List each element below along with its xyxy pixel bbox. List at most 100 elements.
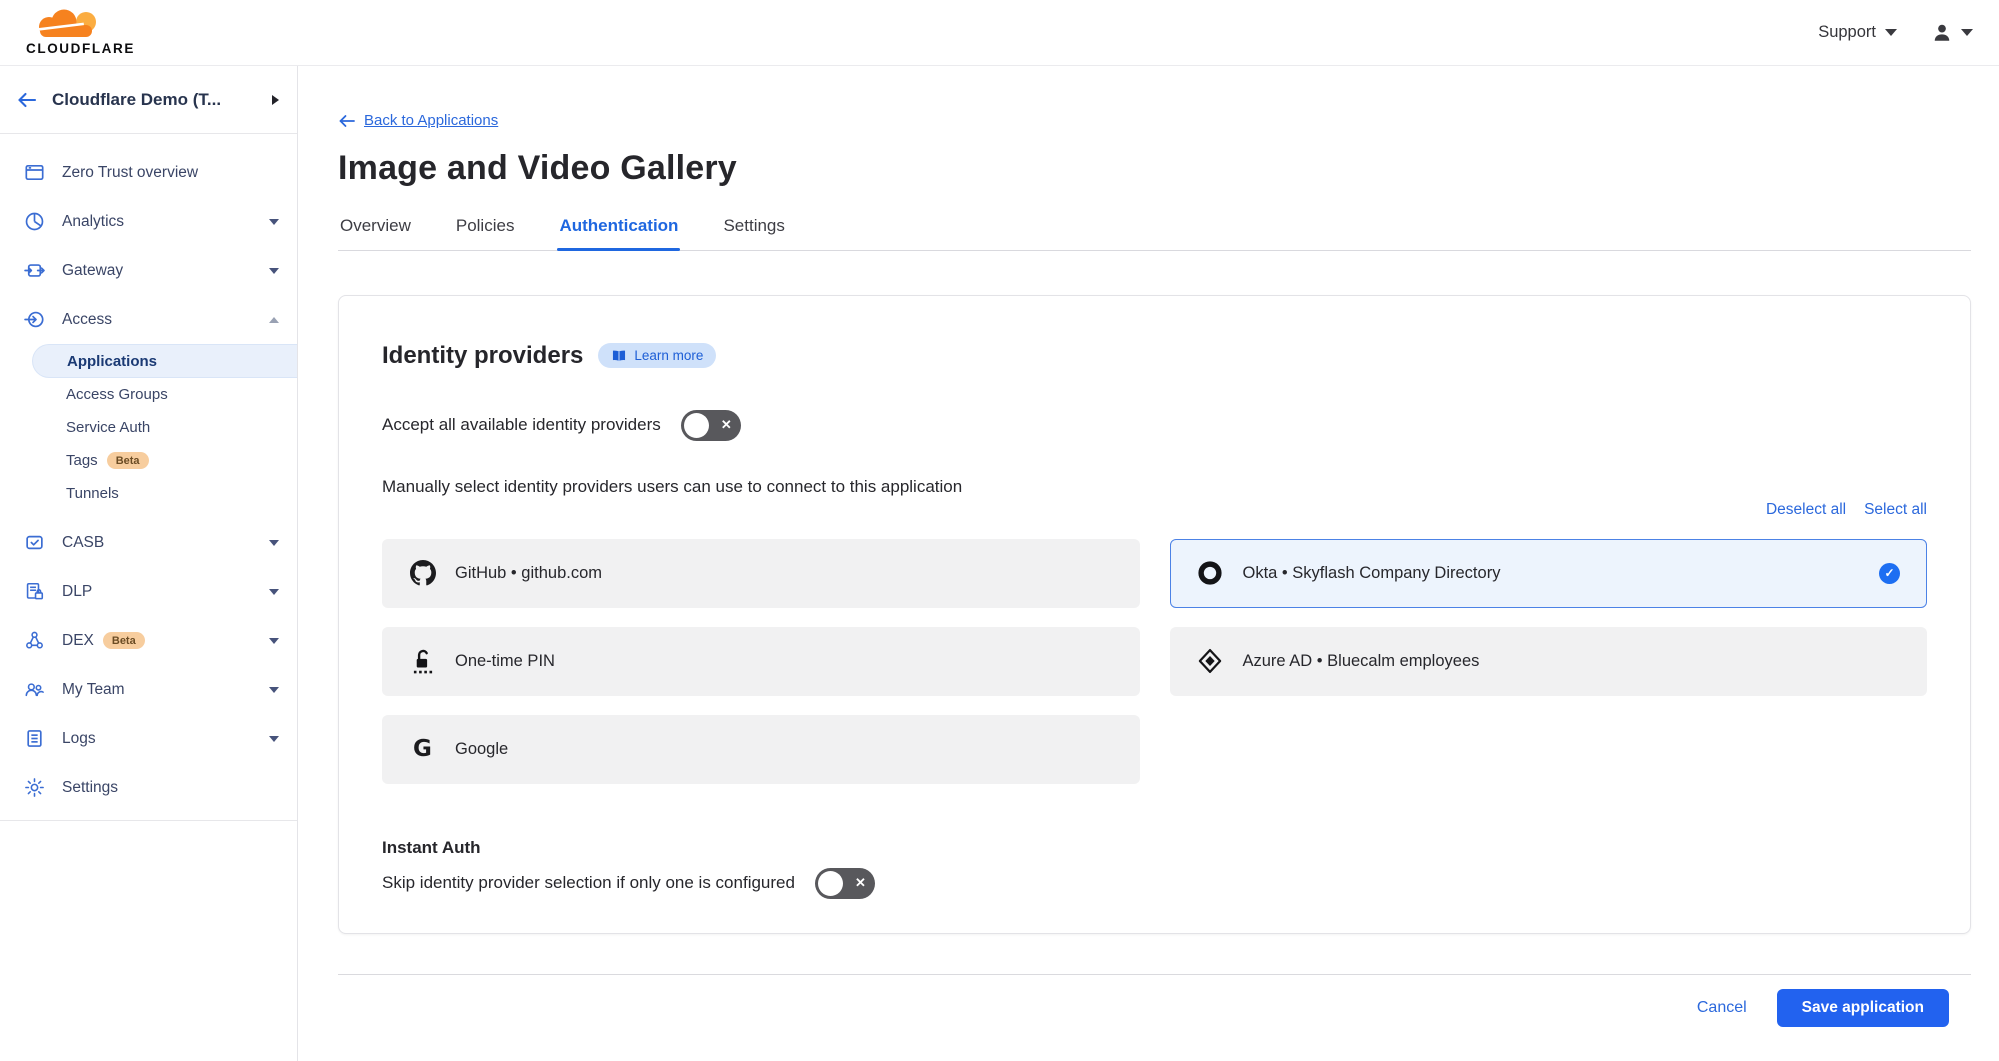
overview-icon — [24, 162, 45, 183]
sidebar-item-label: Settings — [62, 779, 279, 797]
provider-label: Google — [455, 740, 508, 759]
sub-item-label: Service Auth — [66, 419, 150, 436]
instant-auth-title: Instant Auth — [382, 838, 1927, 858]
tab-settings[interactable]: Settings — [721, 216, 786, 250]
sidebar-item-label: CASB — [62, 534, 269, 552]
learn-more-label: Learn more — [634, 348, 703, 363]
sidebar-item-label: DEX Beta — [62, 632, 269, 650]
accept-all-toggle[interactable]: ✕ — [681, 410, 741, 441]
provider-card-okta[interactable]: Okta • Skyflash Company Directory ✓ — [1170, 539, 1928, 608]
back-link-label: Back to Applications — [364, 112, 498, 129]
deselect-all-link[interactable]: Deselect all — [1766, 501, 1846, 519]
provider-card-azure-ad[interactable]: Azure AD • Bluecalm employees — [1170, 627, 1928, 696]
sidebar-item-label: Zero Trust overview — [62, 164, 279, 182]
identity-provider-grid: GitHub • github.com Okta • Skyflash Comp… — [382, 539, 1927, 784]
sidebar-item-zero-trust-overview[interactable]: Zero Trust overview — [0, 148, 297, 197]
back-arrow-icon[interactable] — [16, 91, 38, 109]
tab-authentication[interactable]: Authentication — [557, 216, 680, 250]
chevron-down-icon — [269, 540, 279, 546]
azure-ad-icon — [1197, 648, 1224, 675]
sidebar-item-service-auth[interactable]: Service Auth — [0, 411, 297, 444]
sidebar-item-dex[interactable]: DEX Beta — [0, 616, 297, 665]
sidebar-item-tags[interactable]: Tags Beta — [0, 444, 297, 477]
sidebar-item-my-team[interactable]: My Team — [0, 665, 297, 714]
casb-icon — [24, 532, 45, 553]
cancel-button[interactable]: Cancel — [1697, 999, 1747, 1017]
account-menu[interactable] — [1931, 22, 1973, 44]
page-title: Image and Video Gallery — [338, 149, 1971, 188]
select-all-link[interactable]: Select all — [1864, 501, 1927, 519]
back-to-applications-link[interactable]: Back to Applications — [338, 112, 498, 129]
sidebar-item-casb[interactable]: CASB — [0, 518, 297, 567]
selected-check-icon: ✓ — [1879, 563, 1900, 584]
chevron-down-icon — [269, 638, 279, 644]
chevron-down-icon — [269, 687, 279, 693]
sidebar-divider — [0, 820, 297, 821]
sidebar-item-settings[interactable]: Settings — [0, 763, 297, 812]
tab-policies[interactable]: Policies — [454, 216, 517, 250]
toggle-knob — [684, 413, 709, 438]
sidebar-item-text: DEX — [62, 632, 94, 650]
top-bar: CLOUDFLARE Support — [0, 0, 1999, 66]
save-application-button[interactable]: Save application — [1777, 989, 1949, 1027]
toggle-knob — [818, 871, 843, 896]
footer-divider — [338, 974, 1971, 975]
provider-card-one-time-pin[interactable]: One-time PIN — [382, 627, 1140, 696]
instant-auth-description: Skip identity provider selection if only… — [382, 873, 795, 893]
chevron-right-icon[interactable] — [272, 95, 279, 105]
cloudflare-wordmark: CLOUDFLARE — [26, 42, 135, 56]
book-icon — [611, 349, 627, 363]
beta-badge: Beta — [107, 452, 149, 469]
sidebar-item-label: DLP — [62, 583, 269, 601]
cloudflare-logo[interactable]: CLOUDFLARE — [26, 9, 135, 56]
sidebar-item-access[interactable]: Access — [0, 295, 297, 344]
instant-auth-toggle[interactable]: ✕ — [815, 868, 875, 899]
accept-all-toggle-label: Accept all available identity providers — [382, 415, 661, 435]
check-glyph: ✓ — [1884, 566, 1894, 580]
sidebar-item-label: My Team — [62, 681, 269, 699]
provider-card-github[interactable]: GitHub • github.com — [382, 539, 1140, 608]
chevron-down-icon — [269, 589, 279, 595]
provider-label: Azure AD • Bluecalm employees — [1243, 652, 1480, 671]
sidebar-item-label: Access — [62, 311, 269, 329]
provider-card-google[interactable]: G Google — [382, 715, 1140, 784]
user-icon — [1931, 22, 1953, 44]
sub-item-label: Tunnels — [66, 485, 119, 502]
dex-icon — [24, 630, 45, 651]
chevron-down-icon — [1961, 29, 1973, 36]
learn-more-badge[interactable]: Learn more — [598, 343, 716, 368]
sidebar-account-header[interactable]: Cloudflare Demo (T... — [0, 66, 297, 134]
tab-overview[interactable]: Overview — [338, 216, 413, 250]
sidebar-item-label: Logs — [62, 730, 269, 748]
dlp-icon — [24, 581, 45, 602]
sidebar-item-dlp[interactable]: DLP — [0, 567, 297, 616]
analytics-icon — [24, 211, 45, 232]
sidebar-item-label: Analytics — [62, 213, 269, 231]
chevron-down-icon — [1885, 29, 1897, 36]
provider-label: One-time PIN — [455, 652, 555, 671]
sidebar-item-analytics[interactable]: Analytics — [0, 197, 297, 246]
sidebar-item-gateway[interactable]: Gateway — [0, 246, 297, 295]
toggle-off-x-icon: ✕ — [855, 875, 866, 891]
main-content: Back to Applications Image and Video Gal… — [298, 0, 1999, 1027]
sidebar: Cloudflare Demo (T... Zero Trust overvie… — [0, 66, 298, 1061]
account-name: Cloudflare Demo (T... — [52, 90, 272, 110]
okta-icon — [1197, 560, 1224, 587]
support-menu[interactable]: Support — [1818, 23, 1897, 42]
sidebar-item-applications[interactable]: Applications — [32, 344, 297, 378]
left-arrow-icon — [338, 114, 356, 128]
footer-actions: Cancel Save application — [338, 989, 1971, 1027]
chevron-up-icon — [269, 317, 279, 323]
card-heading: Identity providers — [382, 342, 583, 370]
sidebar-item-tunnels[interactable]: Tunnels — [0, 477, 297, 510]
tab-bar: Overview Policies Authentication Setting… — [338, 216, 1971, 251]
logs-icon — [24, 728, 45, 749]
sub-item-label: Applications — [67, 353, 157, 370]
gear-icon — [24, 777, 45, 798]
chevron-down-icon — [269, 268, 279, 274]
my-team-icon — [24, 679, 45, 700]
sidebar-item-access-groups[interactable]: Access Groups — [0, 378, 297, 411]
cloudflare-cloud-icon — [26, 9, 112, 41]
sidebar-item-logs[interactable]: Logs — [0, 714, 297, 763]
one-time-pin-icon — [409, 648, 436, 675]
